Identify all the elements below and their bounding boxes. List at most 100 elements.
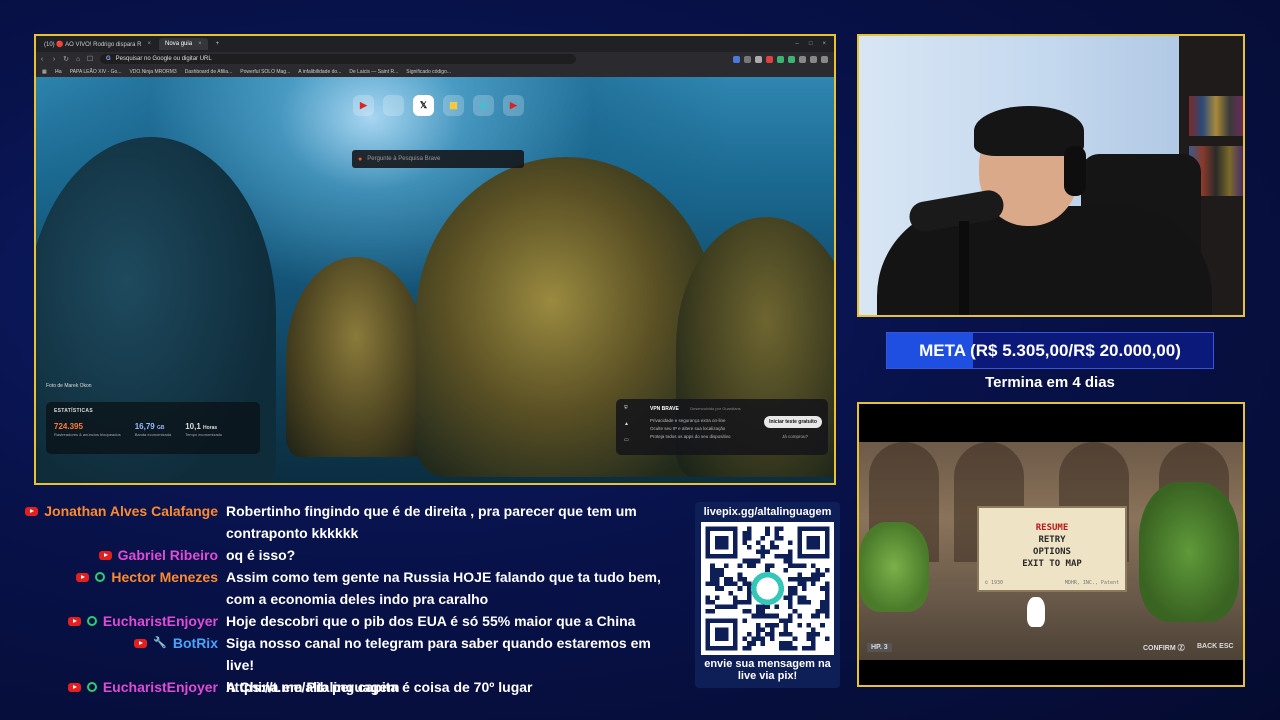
reload-icon[interactable]: ↻ [60,55,72,63]
qr-module [714,572,720,578]
qr-module [792,590,798,596]
extension-icon[interactable] [799,55,806,63]
extension-icon[interactable] [788,55,795,63]
qr-module [719,586,724,591]
forward-icon[interactable]: › [48,56,60,63]
chat-author[interactable]: Jonathan Alves Calafange [25,500,218,522]
chat-author-name: Gabriel Ribeiro [117,547,218,563]
qr-module [778,641,784,646]
bookmark-item[interactable]: Powerful SOLO Mag... [240,69,290,75]
tab-youtube[interactable]: (10) 🔴 AO VIVO! Rodrigo dispara R × [38,38,157,50]
qr-module [820,622,825,628]
qr-module [719,604,724,610]
qr-module [723,563,729,568]
frog-boss [859,522,929,612]
bookmark-item[interactable]: I4a [55,69,62,75]
vpn-device-icon: ▭ [624,437,629,443]
tab-new[interactable]: Nova guia × [159,38,208,50]
qr-module [801,581,807,587]
extension-icon[interactable] [733,55,740,63]
qr-module [710,581,715,587]
bookmark-icon[interactable]: ☐ [84,55,96,63]
qr-module [760,641,766,646]
bookmark-item[interactable]: A infalibilidade do... [298,69,341,75]
qr-module [742,558,747,564]
menu-item-options[interactable]: OPTIONS [979,546,1125,558]
vpn-purchased-link[interactable]: Já comprou? [782,434,808,439]
topsite-news[interactable]: ▦ [443,95,464,116]
chat-author-name: BotRix [172,635,218,651]
close-icon[interactable]: × [198,41,202,47]
qr-module [714,586,720,591]
qr-module [714,604,720,610]
qr-module [769,540,775,545]
extension-icon[interactable] [755,55,762,63]
qr-module [751,613,757,619]
topsite-x[interactable]: 𝕏 [413,95,434,116]
chat-author[interactable]: Gabriel Ribeiro [98,544,218,566]
chat-author[interactable]: EucharistEnjoyer [67,610,218,632]
member-badge-icon [86,616,97,626]
photo-credit[interactable]: Foto de Marek Okon [46,383,92,389]
qr-module [801,563,807,568]
menu-icon[interactable] [821,55,828,63]
topsite-brave-talk[interactable]: ◎ [473,95,494,116]
bookmark-item[interactable]: PAPA LEÃO XIV - Go... [70,69,122,75]
chat-text-line: Assim como tem gente na Russia HOJE fala… [226,569,661,585]
bookmark-item[interactable]: Dashboard de Afilia... [185,69,233,75]
extension-icon[interactable] [810,55,817,63]
home-icon[interactable]: ⌂ [72,56,84,63]
extension-icon[interactable] [766,55,773,63]
topsite-blank[interactable] [383,95,404,116]
maximize-icon[interactable]: □ [809,41,813,47]
close-icon[interactable]: × [148,41,152,47]
menu-item-resume[interactable]: RESUME [979,522,1125,534]
member-badge-icon [86,682,97,692]
chat-author-name: Jonathan Alves Calafange [44,503,218,519]
qr-module [751,563,757,568]
pix-caption: envie sua mensagem na live via pix! [695,658,840,682]
qr-module [760,549,766,555]
extension-icon[interactable] [744,55,751,63]
vpn-feature: Proteja todos os apps do seu dispositivo [650,434,731,439]
youtube-icon [67,616,81,626]
bookmark-item[interactable]: De Laicis — Saint R... [349,69,398,75]
vpn-trial-button[interactable]: Iniciar teste gratuito [764,416,822,428]
bookmark-item[interactable]: Significado código... [406,69,451,75]
qr-module [774,535,779,541]
close-window-icon[interactable]: × [822,41,826,47]
chat-author[interactable]: EucharistEnjoyer [67,676,218,698]
chat-text-line: Robertinho fingindo que é de direita , p… [226,503,637,519]
stats-label: ESTATÍSTICAS [54,408,93,414]
qr-module [815,577,821,582]
qr-module [756,604,761,610]
qr-module [824,609,830,614]
qr-module [824,599,830,605]
topsite-youtube[interactable]: ▶ [353,95,374,116]
cuphead-player [1027,597,1045,627]
url-input[interactable]: G Pesquisar no Google ou digitar URL [100,54,576,64]
brave-search-input[interactable]: ● Pergunte à Pesquisa Brave [352,150,524,168]
qr-module [797,563,802,568]
back-icon[interactable]: ‹ [36,56,48,63]
chat-author[interactable]: Hector Menezes [76,566,218,588]
extension-icon[interactable] [777,55,784,63]
moderator-wrench-icon: 🔧 [153,637,167,649]
chat-text: Assim como tem gente na Russia HOJE fala… [226,566,676,610]
bookmark-item[interactable]: VDO.Ninja MRORM3 [129,69,176,75]
new-tab-button[interactable]: + [210,38,226,50]
topsite-youtube[interactable]: ▶ [503,95,524,116]
qr-module [733,599,738,605]
stat-value: 10,1 [185,422,201,431]
menu-item-retry[interactable]: RETRY [979,534,1125,546]
qr-module [742,618,747,623]
minimize-icon[interactable]: – [796,41,799,47]
menu-item-exit-to-map[interactable]: EXIT TO MAP [979,558,1125,570]
apps-icon[interactable]: ▦ [42,69,47,75]
qr-module [710,572,715,578]
qr-module [792,645,798,651]
qr-module [756,632,761,637]
qr-module [797,622,802,628]
chat-author[interactable]: 🔧 BotRix [134,632,218,654]
qr-module [705,581,711,587]
